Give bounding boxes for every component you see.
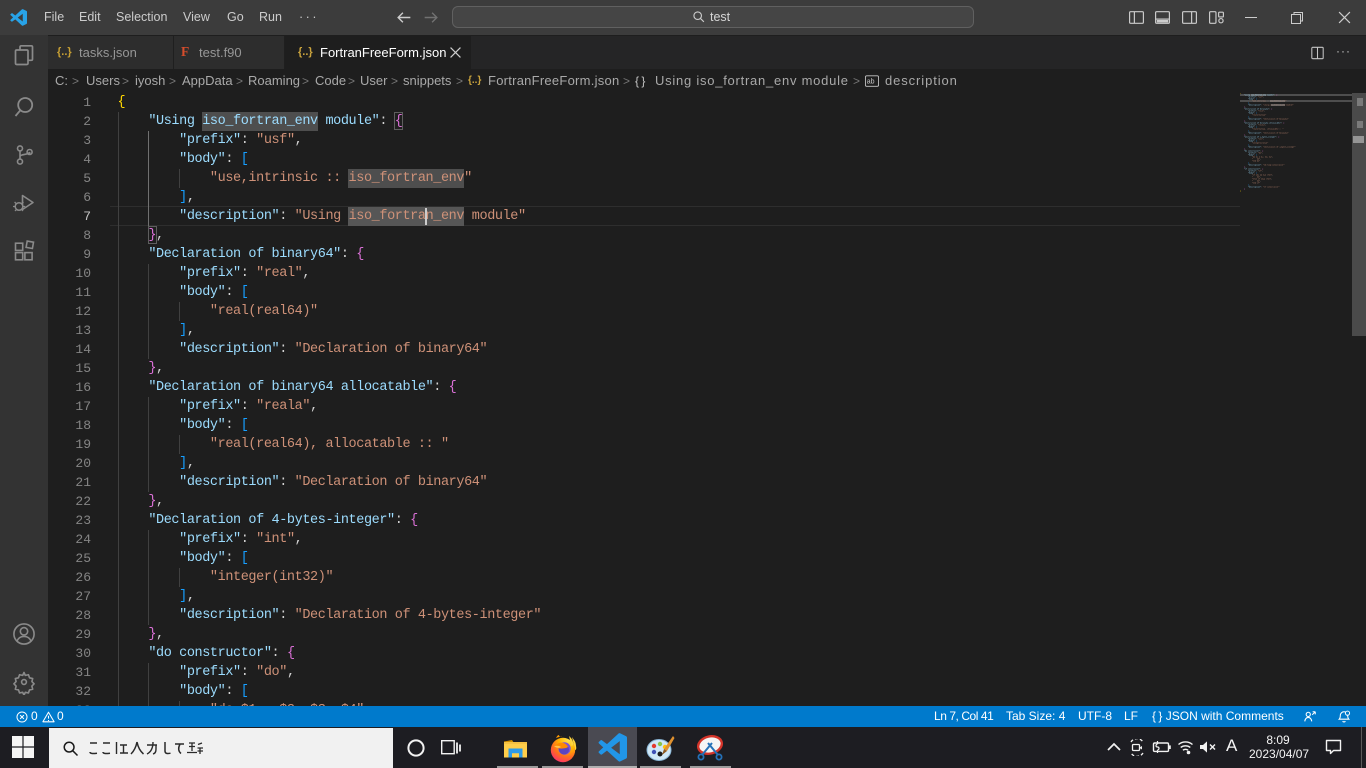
svg-text:ab: ab [867, 79, 875, 86]
